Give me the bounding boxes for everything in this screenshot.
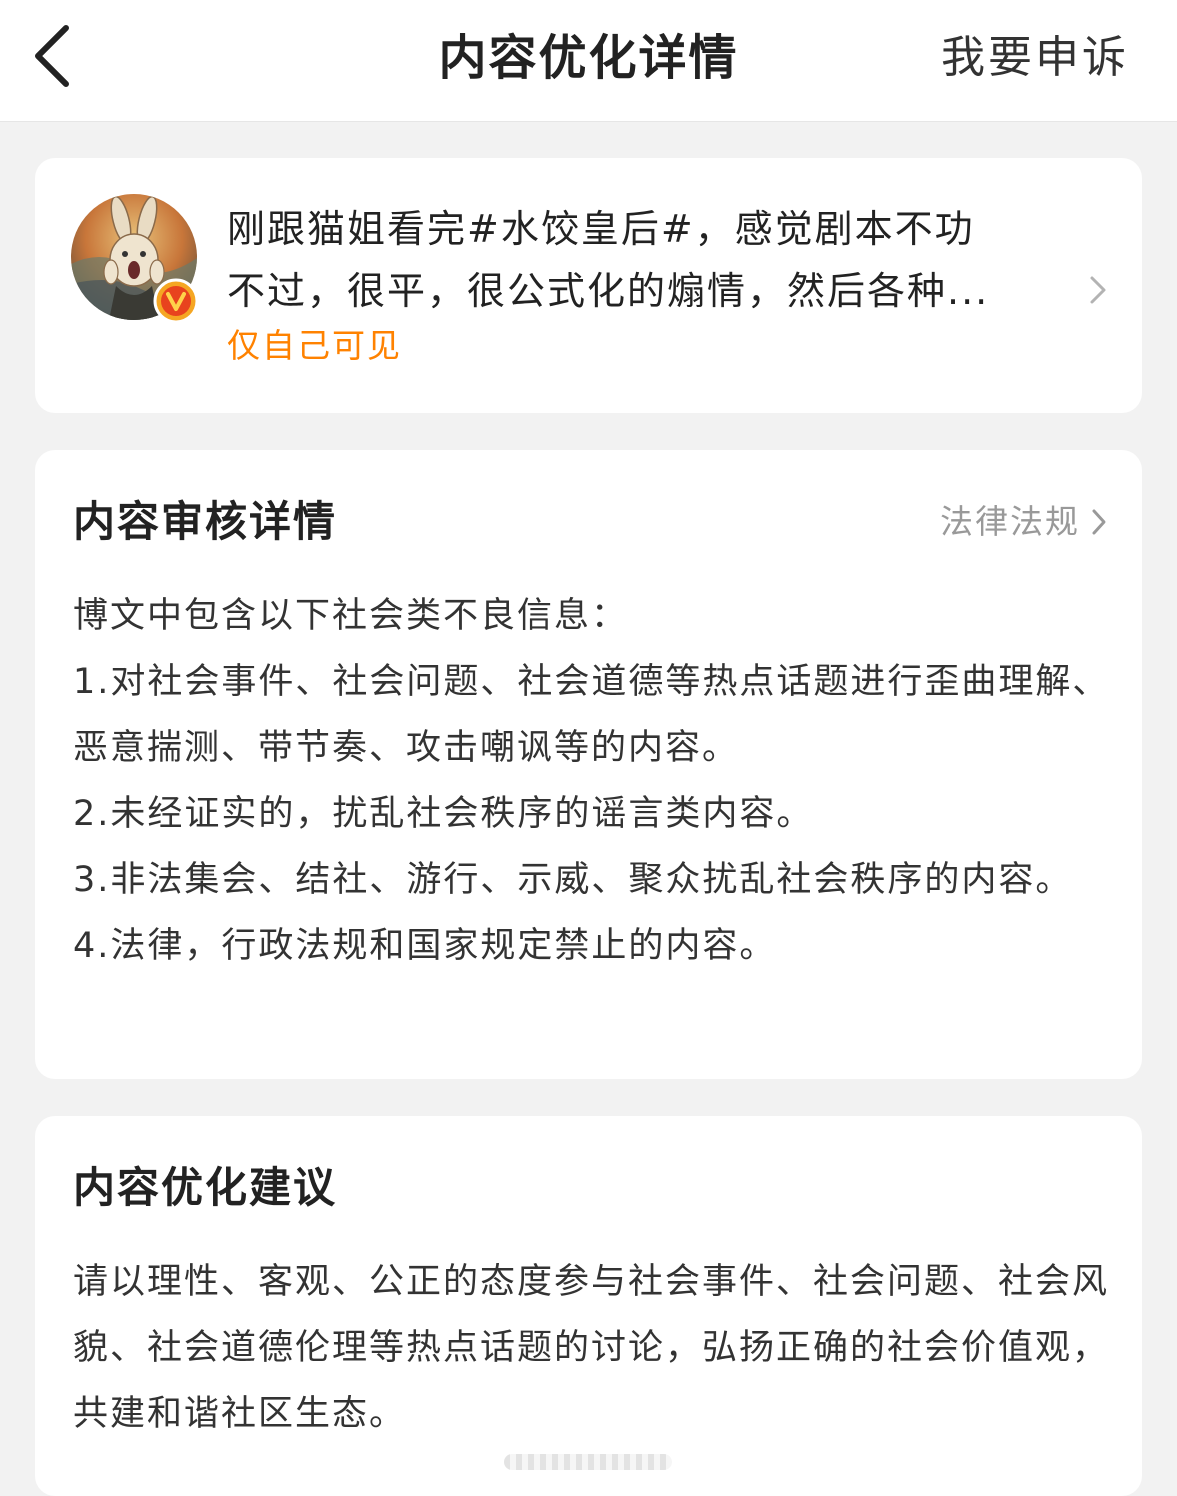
review-details-card: 内容审核详情 法律法规 博文中包含以下社会类不良信息： 1.对社会事件、社会问题… xyxy=(35,450,1142,1079)
appeal-button[interactable]: 我要申诉 xyxy=(941,28,1129,88)
review-item: 4.法律，行政法规和国家规定禁止的内容。 xyxy=(73,926,777,966)
verified-v-icon xyxy=(153,278,199,324)
review-item: 3.非法集会、结社、游行、示威、聚众扰乱社会秩序的内容。 xyxy=(73,860,1073,900)
chevron-right-icon xyxy=(1092,509,1106,535)
review-details-body: 博文中包含以下社会类不良信息： 1.对社会事件、社会问题、社会道德等热点话题进行… xyxy=(73,583,1113,979)
review-item: 1.对社会事件、社会问题、社会道德等热点话题进行歪曲理解、恶意揣测、带节奏、攻击… xyxy=(73,662,1110,768)
suggestion-title: 内容优化建议 xyxy=(73,1163,338,1212)
post-preview-card[interactable]: 刚跟猫姐看完#水饺皇后#，感觉剧本不功 不过，很平，很公式化的煽情，然后各种..… xyxy=(35,158,1142,413)
visibility-status: 仅自己可见 xyxy=(227,326,402,365)
suggestion-body: 请以理性、客观、公正的态度参与社会事件、社会问题、社会风貌、社会道德伦理等热点话… xyxy=(73,1249,1113,1447)
review-details-title: 内容审核详情 xyxy=(73,497,338,546)
home-indicator xyxy=(504,1454,672,1470)
optimization-suggestion-card: 内容优化建议 请以理性、客观、公正的态度参与社会事件、社会问题、社会风貌、社会道… xyxy=(35,1116,1142,1496)
post-excerpt-line-1: 刚跟猫姐看完#水饺皇后#，感觉剧本不功 xyxy=(227,207,975,251)
review-item: 2.未经证实的，扰乱社会秩序的谣言类内容。 xyxy=(73,794,814,834)
top-navigation-bar: 内容优化详情 我要申诉 xyxy=(0,0,1177,122)
laws-regulations-label: 法律法规 xyxy=(940,502,1080,541)
post-excerpt: 刚跟猫姐看完#水饺皇后#，感觉剧本不功 不过，很平，很公式化的煽情，然后各种..… xyxy=(227,198,1047,322)
suggestion-text: 请以理性、客观、公正的态度参与社会事件、社会问题、社会风貌、社会道德伦理等热点话… xyxy=(73,1262,1110,1434)
post-excerpt-line-2: 不过，很平，很公式化的煽情，然后各种... xyxy=(227,269,990,313)
laws-regulations-link[interactable]: 法律法规 xyxy=(940,500,1108,544)
review-intro: 博文中包含以下社会类不良信息： xyxy=(73,596,629,636)
chevron-right-icon xyxy=(1086,270,1110,310)
